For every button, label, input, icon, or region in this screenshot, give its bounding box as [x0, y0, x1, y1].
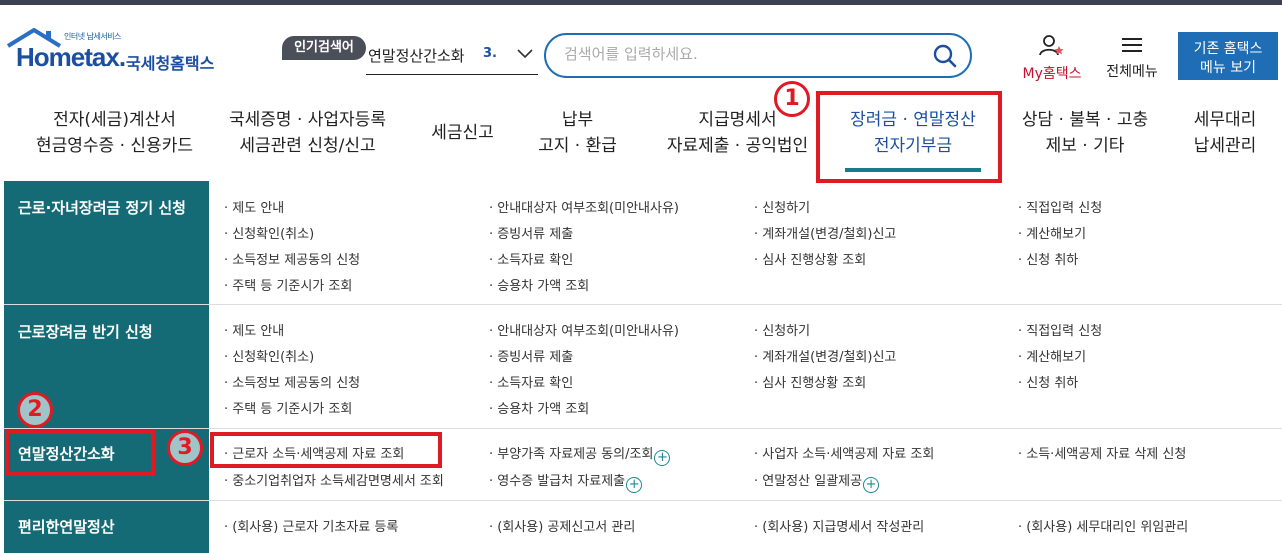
menu-link[interactable]: · 계산해보기 [1018, 346, 1086, 365]
menu-link[interactable]: · (회사용) 지급명세서 작성관리 [754, 516, 924, 535]
menu-link[interactable]: · (회사용) 근로자 기초자료 등록 [224, 516, 398, 535]
user-star-icon [1039, 35, 1064, 56]
annotation-circle-1: 1 [774, 81, 810, 117]
row-title[interactable]: 근로장려금 반기 신청 [18, 321, 153, 342]
menu-link[interactable]: · 주택 등 기준시가 조회 [224, 275, 352, 294]
gnb-electronic-invoice[interactable]: 전자(세금)계산서 현금영수증 · 신용카드 [22, 107, 207, 159]
menu-link[interactable]: · 주택 등 기준시가 조회 [224, 398, 352, 417]
hamburger-icon [1122, 38, 1142, 52]
logo-text: Hometax. [16, 42, 126, 72]
menu-link[interactable]: · 제도 안내 [224, 197, 284, 216]
gnb-tax-filing[interactable]: 세금신고 [420, 120, 505, 146]
menu-link[interactable]: · 소득·세액공제 자료 삭제 신청 [1018, 443, 1186, 462]
menu-link[interactable]: · 제도 안내 [224, 320, 284, 339]
menu-link[interactable]: · 신청하기 [754, 320, 810, 339]
menu-link-label: · 영수증 발급처 자료제출 [489, 474, 626, 489]
menu-link[interactable]: · 계좌개설(변경/철회)신고 [754, 346, 896, 365]
search-box [544, 33, 972, 78]
menu-link[interactable]: · (회사용) 공제신고서 관리 [489, 516, 635, 535]
menu-link[interactable]: · 사업자 소득·세액공제 자료 조회 [754, 443, 934, 462]
gnb-consultation[interactable]: 상담 · 불복 · 고충 제보 · 기타 [1005, 107, 1165, 159]
row-header: 근로·자녀장려금 정기 신청 [4, 181, 209, 304]
menu-link[interactable]: · 신청하기 [754, 197, 810, 216]
gnb-payment[interactable]: 납부 고지 · 환급 [525, 107, 630, 159]
hometax-logo[interactable]: 인터넷 납세서비스 Hometax. 국세청홈택스 [6, 28, 221, 78]
menu-link[interactable]: · 계산해보기 [1018, 223, 1086, 242]
menu-link[interactable]: · 직접입력 신청 [1018, 320, 1102, 339]
annotation-circle-3: 3 [167, 430, 203, 466]
menu-link[interactable]: · 신청 취하 [1018, 372, 1078, 391]
menu-link[interactable]: · 심사 진행상황 조회 [754, 249, 866, 268]
annotation-box-1 [816, 91, 1002, 183]
annotation-box-2 [5, 430, 155, 476]
menu-link[interactable]: · 안내대상자 여부조회(미안내사유) [489, 320, 679, 339]
menu-row-earned-income-regular: 근로·자녀장려금 정기 신청 · 제도 안내 · 안내대상자 여부조회(미안내사… [4, 181, 1282, 305]
menu-link[interactable]: · 승용차 가액 조회 [489, 275, 589, 294]
menu-link[interactable]: · 증빙서류 제출 [489, 346, 573, 365]
menu-link-with-plus[interactable]: · 부양가족 자료제공 동의/조회 + [489, 443, 671, 466]
plus-circle-icon[interactable]: + [626, 477, 643, 493]
menu-link[interactable]: · 소득자료 확인 [489, 372, 573, 391]
popular-keyword[interactable]: 연말정산간소화 [368, 45, 465, 66]
legacy-menu-button[interactable]: 기존 홈택스 메뉴 보기 [1178, 32, 1278, 80]
search-icon[interactable] [932, 43, 958, 69]
menu-link[interactable]: · (회사용) 세무대리인 위임관리 [1018, 516, 1188, 535]
menu-link-with-plus[interactable]: · 연말정산 일괄제공 + [754, 470, 880, 493]
logo-korean: 국세청홈택스 [126, 54, 215, 73]
row-header: 편리한연말정산 [4, 501, 209, 553]
row-title[interactable]: 근로·자녀장려금 정기 신청 [18, 197, 186, 218]
menu-link[interactable]: · 증빙서류 제출 [489, 223, 573, 242]
annotation-circle-2: 2 [17, 392, 53, 428]
gnb-certificates[interactable]: 국세증명 · 사업자등록 세금관련 신청/신고 [215, 107, 400, 159]
menu-link-with-plus[interactable]: · 영수증 발급처 자료제출 + [489, 470, 643, 493]
menu-link[interactable]: · 중소기업취업자 소득세감면명세서 조회 [224, 470, 444, 489]
gnb-tax-agent[interactable]: 세무대리 납세관리 [1175, 107, 1275, 159]
search-input[interactable] [564, 45, 904, 63]
chevron-down-icon[interactable] [516, 46, 534, 60]
logo-tagline: 인터넷 납세서비스 [64, 32, 121, 41]
menu-link[interactable]: · 신청확인(취소) [224, 223, 314, 242]
site-header: 인터넷 납세서비스 Hometax. 국세청홈택스 인기검색어 연말정산간소화 … [0, 5, 1282, 89]
menu-link[interactable]: · 직접입력 신청 [1018, 197, 1102, 216]
my-hometax-label: My홈택스 [1022, 66, 1082, 82]
my-hometax-button[interactable]: My홈택스 [1017, 35, 1087, 83]
all-menu-button[interactable]: 전체메뉴 [1100, 35, 1164, 81]
all-menu-label: 전체메뉴 [1106, 64, 1158, 80]
menu-link-label: · 연말정산 일괄제공 [754, 474, 863, 489]
row-title[interactable]: 편리한연말정산 [18, 516, 115, 537]
popular-keyword-underline [366, 74, 538, 75]
menu-link[interactable]: · 신청 취하 [1018, 249, 1078, 268]
menu-link[interactable]: · 승용차 가액 조회 [489, 398, 589, 417]
menu-row-convenient-year-end: 편리한연말정산 · (회사용) 근로자 기초자료 등록 · (회사용) 공제신고… [4, 501, 1282, 553]
menu-link[interactable]: · 소득자료 확인 [489, 249, 573, 268]
menu-link[interactable]: · 안내대상자 여부조회(미안내사유) [489, 197, 679, 216]
plus-circle-icon[interactable]: + [863, 477, 880, 493]
global-nav: 전자(세금)계산서 현금영수증 · 신용카드 국세증명 · 사업자등록 세금관련… [0, 89, 1282, 185]
menu-link[interactable]: · 심사 진행상황 조회 [754, 372, 866, 391]
menu-link[interactable]: · 소득정보 제공동의 신청 [224, 372, 360, 391]
mega-menu: 근로·자녀장려금 정기 신청 · 제도 안내 · 안내대상자 여부조회(미안내사… [4, 181, 1282, 553]
menu-link[interactable]: · 신청확인(취소) [224, 346, 314, 365]
menu-link[interactable]: · 소득정보 제공동의 신청 [224, 249, 360, 268]
popular-keyword-rank: 3. [483, 46, 497, 61]
plus-circle-icon[interactable]: + [654, 450, 671, 466]
menu-row-earned-income-half: 근로장려금 반기 신청 · 제도 안내 · 안내대상자 여부조회(미안내사유) … [4, 305, 1282, 429]
menu-link[interactable]: · 계좌개설(변경/철회)신고 [754, 223, 896, 242]
annotation-box-3 [210, 432, 442, 468]
menu-link-label: · 부양가족 자료제공 동의/조회 [489, 447, 654, 462]
popular-keyword-badge: 인기검색어 [282, 36, 366, 60]
